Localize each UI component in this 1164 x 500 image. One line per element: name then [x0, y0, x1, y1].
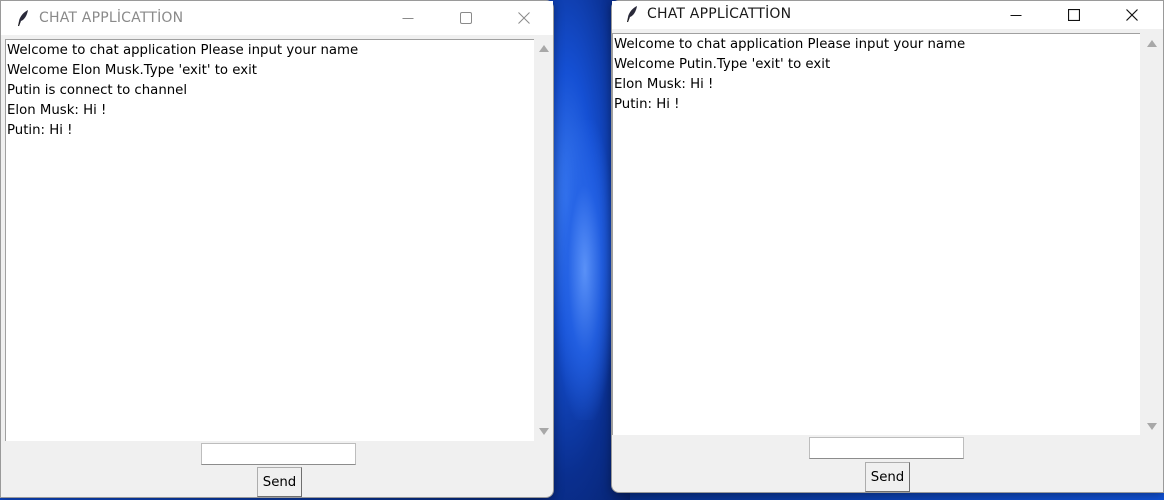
close-icon [1126, 9, 1138, 21]
maximize-icon [1068, 9, 1080, 21]
message-input[interactable] [201, 443, 356, 465]
scroll-down-arrow-icon[interactable] [539, 428, 549, 435]
close-button[interactable] [495, 1, 553, 35]
chat-log[interactable]: Welcome to chat application Please input… [5, 39, 534, 441]
minimize-icon [1010, 15, 1022, 16]
chat-message: Putin: Hi ! [7, 123, 73, 138]
chat-message: Welcome to chat application Please input… [614, 37, 966, 52]
window-title: CHAT APPLİCATTİON [647, 6, 792, 22]
chat-log[interactable]: Welcome to chat application Please input… [612, 33, 1140, 435]
chat-message: Welcome Elon Musk.Type 'exit' to exit [7, 63, 258, 78]
chat-message: Welcome Putin.Type 'exit' to exit [614, 57, 831, 72]
maximize-icon [460, 12, 472, 24]
title-bar[interactable]: CHAT APPLİCATTİON [1, 1, 553, 35]
minimize-button[interactable] [987, 1, 1045, 29]
window-title: CHAT APPLİCATTİON [39, 10, 184, 26]
title-bar[interactable]: CHAT APPLİCATTİON [612, 1, 1163, 29]
scroll-down-arrow-icon[interactable] [1147, 423, 1157, 430]
scroll-up-arrow-icon[interactable] [1147, 40, 1157, 47]
chat-message: Putin is connect to channel [7, 83, 188, 98]
chat-message: Elon Musk: Hi ! [7, 103, 107, 118]
minimize-button[interactable] [379, 1, 437, 35]
chat-scrollbar[interactable] [1142, 34, 1160, 436]
close-icon [518, 12, 530, 24]
send-button[interactable]: Send [865, 462, 910, 492]
chat-window-left: CHAT APPLİCATTİON Welcome to chat applic… [0, 0, 554, 498]
chat-message: Welcome to chat application Please input… [7, 43, 359, 58]
minimize-icon [402, 18, 414, 19]
close-button[interactable] [1103, 1, 1161, 29]
scroll-up-arrow-icon[interactable] [539, 45, 549, 52]
chat-message: Putin: Hi ! [614, 97, 680, 112]
message-input[interactable] [809, 437, 964, 459]
chat-message: Elon Musk: Hi ! [614, 77, 714, 92]
feather-icon [18, 10, 28, 27]
feather-icon [627, 6, 637, 23]
maximize-button[interactable] [1045, 1, 1103, 29]
chat-scrollbar[interactable] [534, 39, 552, 441]
maximize-button[interactable] [437, 1, 495, 35]
wallpaper-highlight [555, 120, 615, 420]
send-button[interactable]: Send [257, 467, 302, 497]
